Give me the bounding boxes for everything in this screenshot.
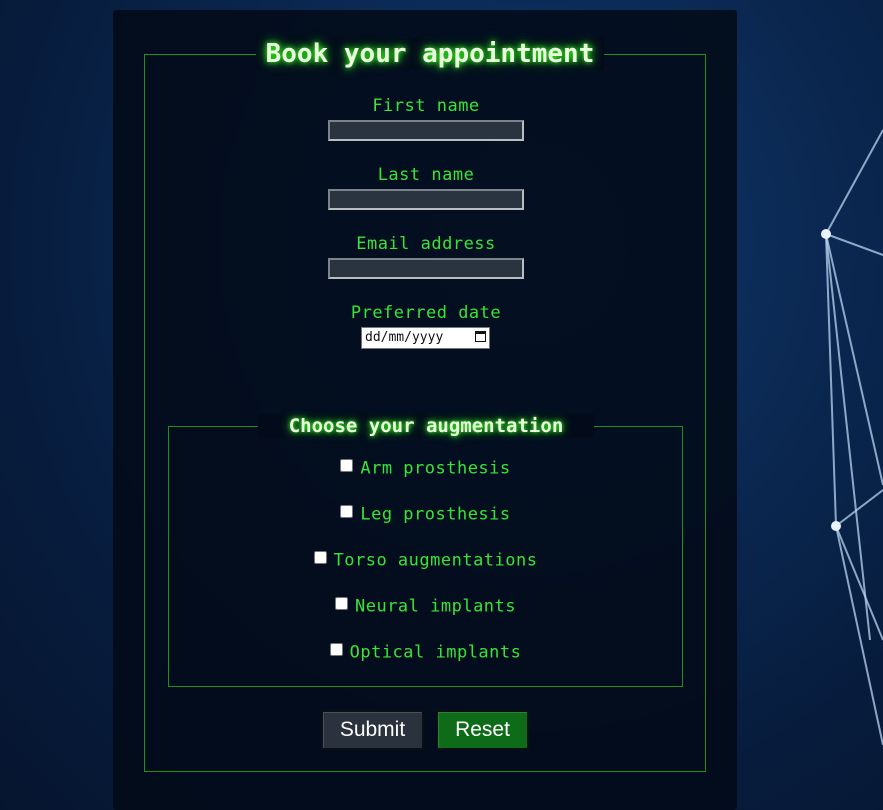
option-torso-augmentations[interactable]: Torso augmentations <box>168 549 683 571</box>
torso-augmentations-checkbox[interactable] <box>313 551 327 564</box>
option-arm-prosthesis[interactable]: Arm prosthesis <box>168 457 683 479</box>
option-neural-implants[interactable]: Neural implants <box>168 595 683 617</box>
email-label: Email address <box>356 234 496 254</box>
submit-button[interactable]: Submit <box>321 710 424 750</box>
arm-prosthesis-checkbox[interactable] <box>340 459 354 472</box>
leg-prosthesis-checkbox[interactable] <box>340 505 354 518</box>
calendar-icon[interactable] <box>475 331 486 342</box>
option-optical-implants[interactable]: Optical implants <box>168 641 683 663</box>
last-name-label: Last name <box>377 165 475 185</box>
email-input[interactable] <box>328 258 524 279</box>
form-title: Book your appointment <box>256 38 604 70</box>
augmentation-legend: Choose your augmentation <box>258 414 594 438</box>
preferred-date-label: Preferred date <box>350 303 502 323</box>
torso-augmentations-label[interactable]: Torso augmentations <box>334 551 538 571</box>
leg-prosthesis-label[interactable]: Leg prosthesis <box>360 505 510 525</box>
neural-implants-label[interactable]: Neural implants <box>355 597 516 617</box>
option-leg-prosthesis[interactable]: Leg prosthesis <box>168 503 683 525</box>
reset-button[interactable]: Reset <box>436 710 529 750</box>
neural-implants-checkbox[interactable] <box>334 597 348 610</box>
arm-prosthesis-label[interactable]: Arm prosthesis <box>360 459 510 479</box>
preferred-date-input[interactable]: dd/mm/yyyy <box>361 327 490 349</box>
first-name-input[interactable] <box>328 120 524 141</box>
first-name-label: First name <box>372 96 480 116</box>
optical-implants-label[interactable]: Optical implants <box>350 643 522 663</box>
date-placeholder: dd/mm/yyyy <box>365 330 444 345</box>
optical-implants-checkbox[interactable] <box>329 643 343 656</box>
last-name-input[interactable] <box>328 189 524 210</box>
